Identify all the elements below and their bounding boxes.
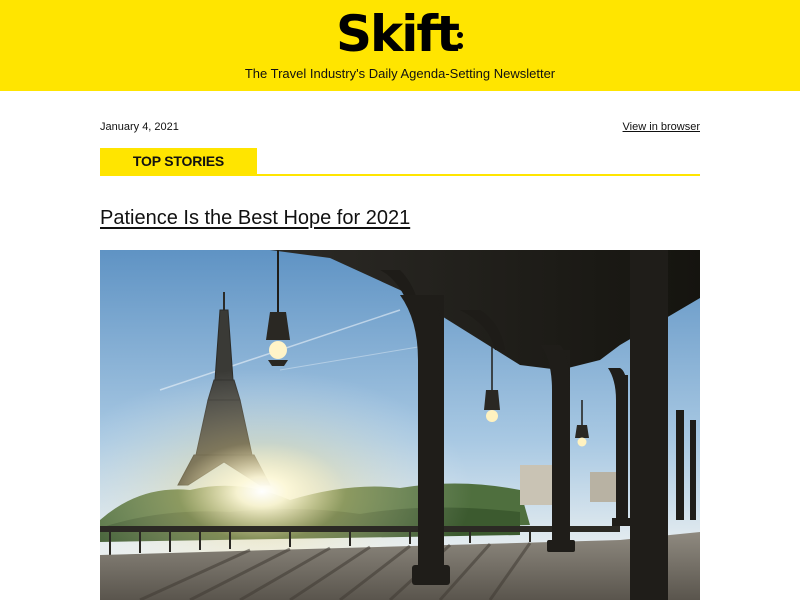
header-tagline: The Travel Industry's Daily Agenda-Setti… xyxy=(244,66,556,81)
view-in-browser-link[interactable]: View in browser xyxy=(623,121,700,133)
section-header: TOP STORIES xyxy=(100,148,700,176)
section-divider xyxy=(100,174,700,176)
skift-logo[interactable]: Skift xyxy=(0,4,800,64)
logo-dots-icon xyxy=(456,23,464,53)
newsletter-header: Skift The Travel Industry's Daily Agenda… xyxy=(0,0,800,91)
section-label: TOP STORIES xyxy=(100,148,257,174)
issue-date: January 4, 2021 xyxy=(100,121,179,133)
logo-text: Skift xyxy=(335,5,460,63)
story-hero-image[interactable] xyxy=(100,250,700,600)
eiffel-tower-bridge-photo-icon xyxy=(100,250,700,600)
story-headline-link[interactable]: Patience Is the Best Hope for 2021 xyxy=(100,207,410,230)
